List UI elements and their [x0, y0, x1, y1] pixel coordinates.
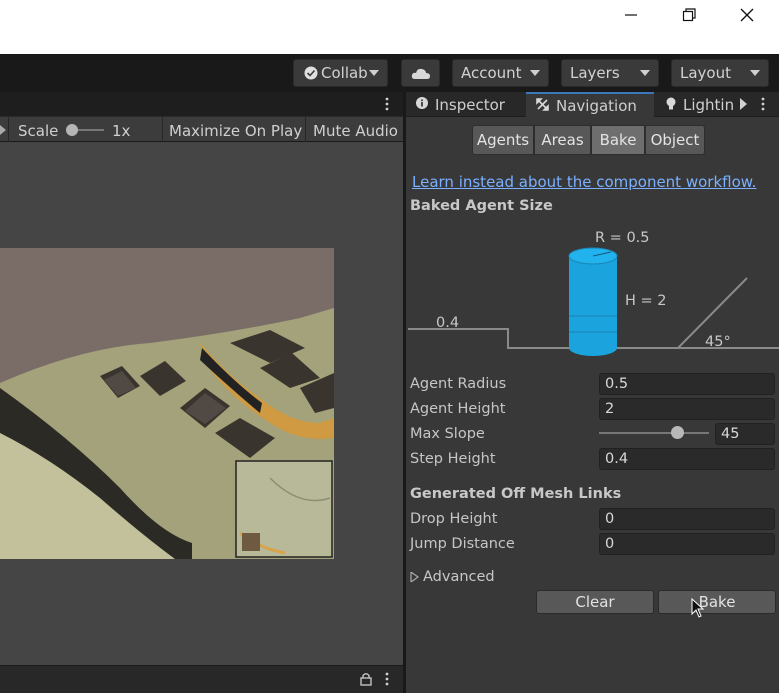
game-view-tabstrip: [0, 92, 403, 116]
segment-areas[interactable]: Areas: [534, 125, 591, 155]
agent-height-field[interactable]: 2: [599, 398, 775, 420]
bake-button[interactable]: Bake: [658, 590, 776, 614]
tab-inspector[interactable]: Inspector: [406, 92, 524, 117]
cloud-icon: [411, 68, 430, 79]
component-workflow-link[interactable]: Learn instead about the component workfl…: [412, 173, 756, 191]
minimize-button[interactable]: [602, 0, 660, 30]
jump-distance-field[interactable]: 0: [599, 533, 775, 555]
mouse-cursor-icon: [691, 598, 705, 618]
window-title-bar: [0, 0, 779, 54]
baked-agent-size-title: Baked Agent Size: [410, 198, 553, 214]
chevron-right-icon[interactable]: [740, 98, 748, 110]
lock-icon[interactable]: [360, 672, 372, 686]
account-label: Account: [461, 64, 522, 82]
step-height-label: Step Height: [410, 451, 496, 467]
tab-lighting[interactable]: Lightin: [656, 92, 736, 117]
scale-slider-thumb[interactable]: [66, 124, 78, 136]
lightbulb-icon: [666, 97, 676, 113]
kebab-menu-icon[interactable]: [384, 672, 390, 686]
segment-agents[interactable]: Agents: [472, 125, 534, 155]
agent-radius-label: Agent Radius: [410, 376, 507, 392]
restore-button[interactable]: [660, 0, 718, 30]
mute-audio-toggle[interactable]: Mute Audio: [313, 122, 398, 140]
tab-inspector-label: Inspector: [435, 95, 505, 114]
check-circle-icon: [304, 66, 318, 80]
max-slope-caption: 45°: [705, 334, 731, 350]
tab-navigation[interactable]: Navigation: [526, 92, 654, 117]
segment-bake[interactable]: Bake: [591, 125, 645, 155]
chevron-down-icon: [750, 70, 760, 76]
agent-radius-field[interactable]: 0.5: [599, 373, 775, 395]
max-slope-field[interactable]: 45: [715, 423, 775, 445]
close-icon: [740, 8, 754, 22]
scale-slider[interactable]: [66, 124, 104, 136]
panel-tabs: Inspector Navigation Lightin: [406, 92, 779, 117]
info-icon: [416, 97, 428, 112]
cloud-button[interactable]: [401, 59, 440, 87]
drop-height-label: Drop Height: [410, 511, 498, 527]
jump-distance-label: Jump Distance: [410, 536, 515, 552]
max-slope-slider[interactable]: [599, 426, 709, 439]
layout-label: Layout: [680, 64, 731, 82]
kebab-menu-icon[interactable]: [384, 97, 390, 111]
tab-navigation-label: Navigation: [556, 96, 637, 115]
advanced-foldout[interactable]: Advanced: [410, 569, 495, 585]
scale-value: 1x: [112, 122, 131, 140]
advanced-label: Advanced: [423, 569, 495, 585]
navigation-icon: [536, 97, 549, 114]
restore-icon: [682, 8, 696, 22]
step-height-caption: 0.4: [436, 315, 460, 331]
max-slope-label: Max Slope: [410, 426, 485, 442]
clear-button[interactable]: Clear: [536, 590, 654, 614]
game-scene: [0, 248, 334, 559]
step-height-field[interactable]: 0.4: [599, 448, 775, 470]
kebab-menu-icon[interactable]: [760, 97, 766, 111]
layout-dropdown[interactable]: Layout: [671, 59, 769, 87]
account-dropdown[interactable]: Account: [452, 59, 549, 87]
main-toolbar: Collab Account Layers Layout: [0, 54, 779, 92]
maximize-on-play-toggle[interactable]: Maximize On Play: [169, 122, 302, 140]
chevron-down-icon: [369, 70, 379, 76]
game-view-controls: Scale 1x Maximize On Play Mute Audio: [0, 116, 403, 143]
navigation-panel: Inspector Navigation Lightin Agents Area…: [406, 92, 779, 693]
collab-label: Collab: [321, 64, 368, 82]
layers-label: Layers: [570, 64, 620, 82]
chevron-down-icon[interactable]: [0, 125, 6, 135]
agent-height-label: Agent Height: [410, 401, 506, 417]
tab-lighting-label: Lightin: [683, 95, 735, 114]
agent-height-caption: H = 2: [625, 293, 667, 309]
chevron-right-icon: [410, 572, 419, 582]
segment-object[interactable]: Object: [645, 125, 705, 155]
collab-dropdown[interactable]: Collab: [293, 59, 388, 87]
chevron-down-icon: [640, 70, 650, 76]
agent-radius-caption: R = 0.5: [595, 230, 650, 246]
game-viewport[interactable]: [0, 142, 403, 672]
agent-size-diagram: R = 0.5 H = 2 0.4 45°: [406, 222, 779, 362]
scale-label: Scale: [18, 122, 59, 140]
drop-height-field[interactable]: 0: [599, 508, 775, 530]
offmesh-links-title: Generated Off Mesh Links: [410, 486, 622, 502]
max-slope-slider-thumb[interactable]: [671, 426, 684, 439]
chevron-down-icon: [530, 70, 540, 76]
game-view-footer: [0, 665, 403, 693]
minimize-icon: [625, 14, 637, 16]
close-button[interactable]: [718, 0, 776, 30]
game-view: Scale 1x Maximize On Play Mute Audio: [0, 92, 403, 693]
layers-dropdown[interactable]: Layers: [561, 59, 659, 87]
